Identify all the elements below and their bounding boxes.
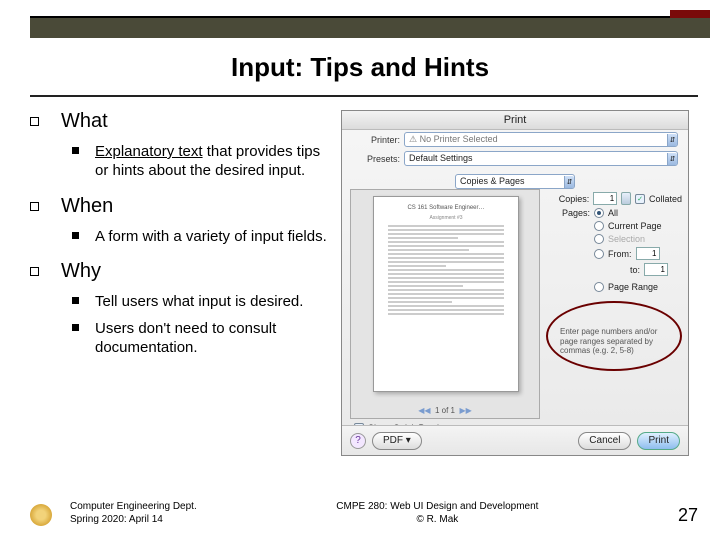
radio-current-page[interactable] xyxy=(594,221,604,231)
radio-pagerange-label: Page Range xyxy=(608,282,658,292)
list-item: Explanatory text that provides tips or h… xyxy=(72,143,330,181)
list-item: A form with a variety of input fields. xyxy=(72,228,330,247)
list-item: Tell users what input is desired. xyxy=(72,293,330,312)
bullet-content: What Explanatory text that provides tips… xyxy=(30,110,330,372)
section-heading: Why xyxy=(30,260,330,283)
footer-center: CMPE 280: Web UI Design and Development … xyxy=(197,500,678,526)
section-what: What Explanatory text that provides tips… xyxy=(30,110,330,181)
page-indicator: 1 of 1 xyxy=(435,406,455,415)
next-page-icon[interactable]: ▶▶ xyxy=(459,406,471,415)
bullet-filled-square-icon xyxy=(72,324,79,331)
printer-value: No Printer Selected xyxy=(420,134,498,144)
bullet-open-square-icon xyxy=(30,202,39,211)
copies-pages-panel: Copies: ✓ Collated Pages: All Current Pa… xyxy=(548,189,682,295)
print-button[interactable]: Print xyxy=(637,432,680,450)
radio-current-label: Current Page xyxy=(608,221,662,231)
decorative-top-bar xyxy=(30,16,710,38)
list-item-text: Tell users what input is desired. xyxy=(95,293,303,312)
dialog-title: Print xyxy=(342,111,688,130)
title-underline xyxy=(30,95,698,97)
presets-dropdown[interactable]: Default Settings ⇵ xyxy=(404,151,678,166)
bullet-filled-square-icon xyxy=(72,297,79,304)
copies-input[interactable] xyxy=(593,192,617,205)
copies-stepper[interactable] xyxy=(621,192,631,205)
chevron-updown-icon: ⇵ xyxy=(667,134,677,146)
bullet-open-square-icon xyxy=(30,117,39,126)
list-item-text: A form with a variety of input fields. xyxy=(95,228,327,247)
collated-label: Collated xyxy=(649,194,682,204)
university-logo-icon xyxy=(30,504,52,526)
to-label: to: xyxy=(612,265,640,275)
footer-dept: Computer Engineering Dept. xyxy=(70,500,197,513)
footer-course: CMPE 280: Web UI Design and Development xyxy=(197,500,678,513)
section-when: When A form with a variety of input fiel… xyxy=(30,195,330,247)
print-dialog-figure: Print Printer: ⚠ No Printer Selected ⇵ P… xyxy=(341,110,689,456)
bullet-filled-square-icon xyxy=(72,147,79,154)
to-input[interactable] xyxy=(644,263,668,276)
radio-from[interactable] xyxy=(594,249,604,259)
section-why: Why Tell users what input is desired. Us… xyxy=(30,260,330,357)
slide-title: Input: Tips and Hints xyxy=(0,52,720,83)
page-range-hint: Enter page numbers and/or page ranges se… xyxy=(560,327,676,356)
radio-selection-label: Selection xyxy=(608,234,645,244)
section-dd-value: Copies & Pages xyxy=(460,175,525,188)
footer-left: Computer Engineering Dept. Spring 2020: … xyxy=(70,500,197,526)
radio-from-label: From: xyxy=(608,249,632,259)
pages-label: Pages: xyxy=(548,208,590,218)
bullet-open-square-icon xyxy=(30,267,39,276)
section-heading: When xyxy=(30,195,330,218)
chevron-updown-icon: ⇵ xyxy=(667,153,677,165)
section-heading: What xyxy=(30,110,330,133)
pdf-dropdown-button[interactable]: PDF ▾ xyxy=(372,432,422,450)
section-dropdown[interactable]: Copies & Pages ⇵ xyxy=(455,174,575,189)
presets-label: Presets: xyxy=(352,154,400,164)
copies-label: Copies: xyxy=(548,194,589,204)
printer-label: Printer: xyxy=(352,135,400,145)
dialog-bottom-bar: ? PDF ▾ Cancel Print xyxy=(342,425,688,455)
section-heading-text: Why xyxy=(61,260,101,283)
list-item-text: Explanatory text that provides tips or h… xyxy=(95,143,330,181)
underlined-term: Explanatory text xyxy=(95,143,203,160)
slide-footer: Computer Engineering Dept. Spring 2020: … xyxy=(30,500,698,526)
chevron-updown-icon: ⇵ xyxy=(564,176,574,188)
slide-number: 27 xyxy=(678,505,698,526)
radio-all[interactable] xyxy=(594,208,604,218)
list-item: Users don't need to consult documentatio… xyxy=(72,320,330,358)
from-input[interactable] xyxy=(636,247,660,260)
list-item-text: Users don't need to consult documentatio… xyxy=(95,320,330,358)
print-preview-pane: CS 161 Software Engineer… Assignment #3 … xyxy=(350,189,540,419)
preview-page: CS 161 Software Engineer… Assignment #3 xyxy=(373,196,519,392)
bullet-filled-square-icon xyxy=(72,232,79,239)
radio-all-label: All xyxy=(608,208,618,218)
radio-page-range[interactable] xyxy=(594,282,604,292)
presets-value: Default Settings xyxy=(409,152,473,165)
section-heading-text: When xyxy=(61,195,113,218)
cancel-button[interactable]: Cancel xyxy=(578,432,631,450)
preview-doc-heading: CS 161 Software Engineer… xyxy=(388,205,504,211)
preview-nav: ◀◀ 1 of 1 ▶▶ xyxy=(351,406,539,415)
prev-page-icon[interactable]: ◀◀ xyxy=(418,406,430,415)
help-icon[interactable]: ? xyxy=(350,433,366,449)
radio-selection[interactable] xyxy=(594,234,604,244)
printer-dropdown[interactable]: ⚠ No Printer Selected ⇵ xyxy=(404,132,678,147)
footer-copyright: © R. Mak xyxy=(197,513,678,526)
collated-checkbox[interactable]: ✓ xyxy=(635,194,645,204)
section-heading-text: What xyxy=(61,110,108,133)
footer-date: Spring 2020: April 14 xyxy=(70,513,197,526)
